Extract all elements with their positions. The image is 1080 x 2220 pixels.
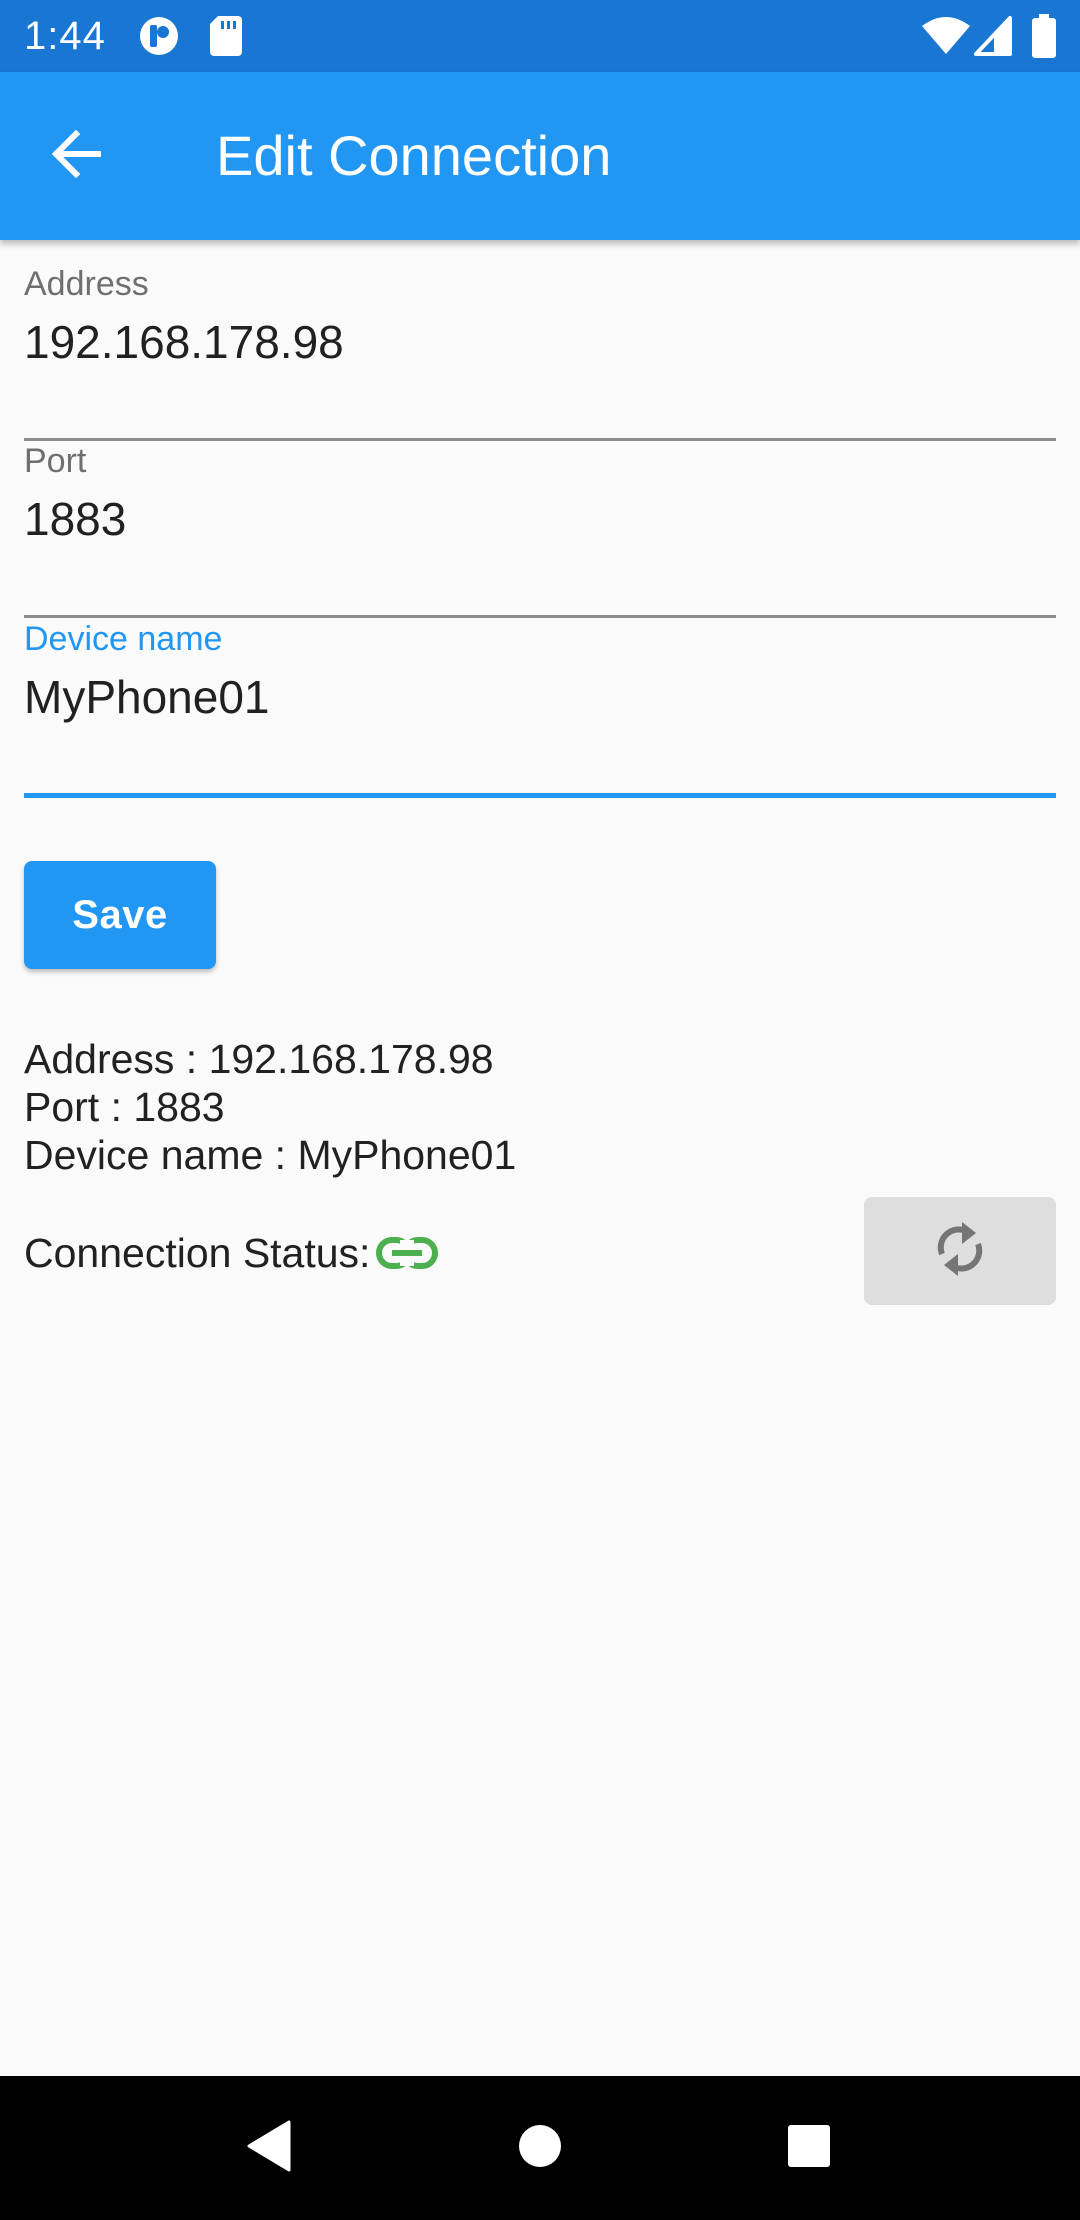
port-input[interactable]: 1883: [24, 491, 126, 547]
device-name-label: Device name: [24, 620, 223, 658]
notification-app-icon: [138, 15, 182, 62]
status-time: 1:44: [24, 14, 106, 58]
summary-port: Port : 1883: [24, 1084, 225, 1130]
address-input[interactable]: 192.168.178.98: [24, 314, 344, 370]
address-label: Address: [24, 265, 149, 303]
link-icon: [376, 1236, 439, 1270]
recents-square-icon: [787, 2124, 831, 2173]
connection-status-row: Connection Status:: [24, 1225, 439, 1281]
home-circle-icon: [517, 2123, 563, 2174]
sd-card-icon: [210, 16, 242, 61]
save-button[interactable]: Save: [24, 861, 216, 969]
cell-signal-icon: [974, 16, 1012, 61]
system-nav-bar: [0, 2076, 1080, 2220]
nav-home-button[interactable]: [502, 2110, 578, 2186]
summary-device-name: Device name : MyPhone01: [24, 1132, 517, 1178]
device-name-underline: [24, 793, 1056, 798]
refresh-button[interactable]: [864, 1197, 1056, 1305]
back-button[interactable]: [34, 114, 118, 198]
app-bar: Edit Connection: [0, 72, 1080, 240]
arrow-back-icon: [50, 128, 102, 185]
back-triangle-icon: [245, 2120, 293, 2177]
nav-back-button[interactable]: [231, 2110, 307, 2186]
screen: 1:44 Edit Connection Address 192.168.178…: [0, 0, 1080, 2220]
connection-summary: Address : 192.168.178.98 Port : 1883 Dev…: [24, 1035, 516, 1179]
sync-icon: [932, 1218, 988, 1285]
connection-status-label: Connection Status:: [24, 1229, 371, 1276]
status-bar: 1:44: [0, 0, 1080, 72]
port-underline: [24, 615, 1056, 618]
device-name-input[interactable]: MyPhone01: [24, 669, 270, 725]
address-field[interactable]: Address 192.168.178.98: [24, 264, 1056, 441]
page-title: Edit Connection: [216, 124, 612, 187]
device-name-field[interactable]: Device name MyPhone01: [24, 619, 1056, 798]
summary-address: Address : 192.168.178.98: [24, 1036, 494, 1082]
wifi-icon: [922, 16, 970, 61]
port-field[interactable]: Port 1883: [24, 441, 1056, 618]
nav-recents-button[interactable]: [771, 2110, 847, 2186]
port-label: Port: [24, 442, 87, 480]
battery-icon: [1032, 14, 1056, 63]
